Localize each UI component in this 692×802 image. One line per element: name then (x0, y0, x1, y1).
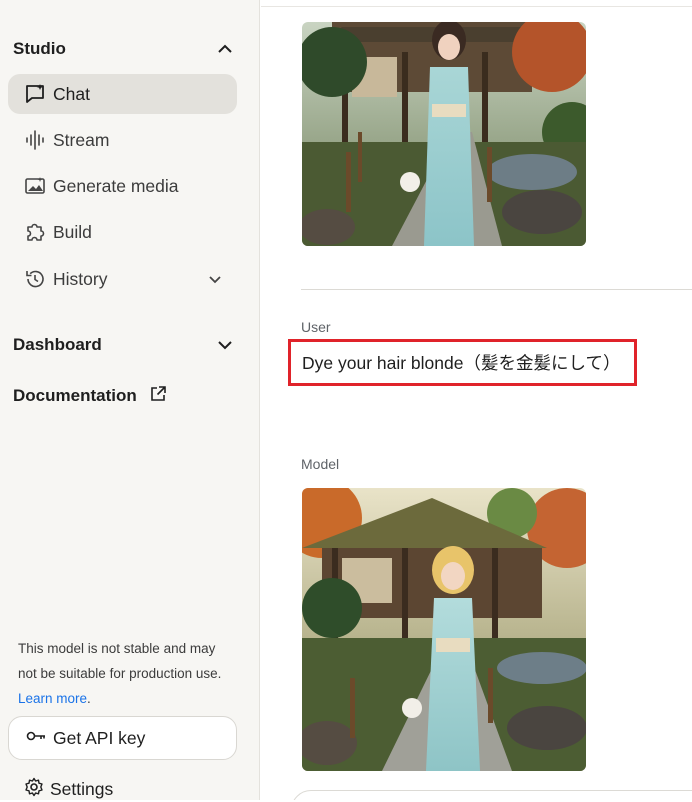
model-image-original[interactable] (302, 22, 586, 246)
sidebar-item-chat[interactable]: Chat (8, 74, 237, 114)
divider (301, 289, 692, 290)
get-api-key-button[interactable]: Get API key (8, 716, 237, 760)
model-stability-notice: This model is not stable and may not be … (18, 641, 222, 706)
sidebar: Studio Chat Stream Generate media Build … (0, 0, 260, 800)
puzzle-icon (24, 221, 46, 243)
model-image-blonde[interactable] (302, 488, 586, 771)
documentation-label: Documentation (13, 386, 137, 405)
image-icon (24, 175, 46, 197)
chat-panel: User Dye your hair blonde（髪を金髪にして） Model (261, 0, 692, 800)
sidebar-item-build[interactable]: Build (8, 212, 237, 252)
user-message-highlighted: Dye your hair blonde（髪を金髪にして） (288, 339, 637, 386)
sidebar-item-history[interactable]: History (8, 259, 237, 299)
message-role-model: Model (301, 456, 340, 472)
notice-text: This model is not stable and may not be … (18, 641, 222, 681)
next-message-card (291, 790, 692, 800)
chevron-down-icon (215, 335, 235, 355)
sidebar-item-label: Build (53, 221, 92, 242)
key-icon (25, 725, 47, 752)
sidebar-item-label: History (53, 268, 108, 289)
sidebar-item-label: Generate media (53, 175, 179, 196)
settings-label: Settings (50, 778, 114, 799)
waveform-icon (24, 129, 46, 151)
divider (261, 6, 692, 7)
history-icon (24, 268, 46, 290)
dashboard-section-toggle[interactable]: Dashboard (13, 330, 235, 360)
get-api-key-label: Get API key (53, 727, 146, 748)
message-role-user: User (301, 319, 331, 335)
sidebar-item-stream[interactable]: Stream (8, 120, 237, 160)
sidebar-item-generate-media[interactable]: Generate media (8, 166, 237, 206)
studio-label: Studio (13, 39, 66, 58)
dashboard-label: Dashboard (13, 335, 102, 354)
chevron-down-icon (205, 269, 225, 289)
studio-section-toggle[interactable]: Studio (13, 34, 235, 64)
settings-button[interactable]: Settings (24, 776, 113, 802)
learn-more-link[interactable]: Learn more (18, 691, 87, 706)
external-link-icon (149, 385, 167, 408)
documentation-link[interactable]: Documentation (13, 382, 167, 410)
chevron-up-icon (215, 39, 235, 59)
user-message-text: Dye your hair blonde（髪を金髪にして） (302, 353, 621, 373)
chat-icon (24, 83, 46, 105)
sidebar-item-label: Chat (53, 83, 90, 104)
sidebar-item-label: Stream (53, 129, 110, 150)
gear-icon (24, 777, 44, 802)
